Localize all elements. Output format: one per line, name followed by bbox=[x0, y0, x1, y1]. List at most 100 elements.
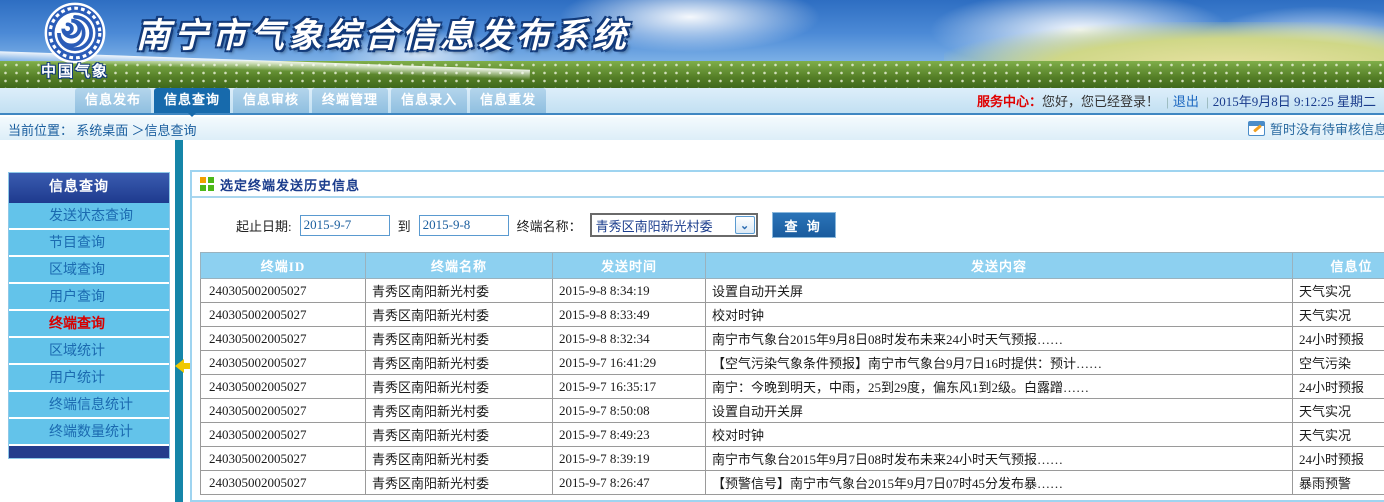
cell-terminal-name: 青秀区南阳新光村委 bbox=[366, 399, 553, 423]
cell-send-content: 南宁市气象台2015年9月8日08时发布未来24小时天气预报…… bbox=[706, 327, 1293, 351]
cell-send-content: 校对时钟 bbox=[706, 303, 1293, 327]
breadcrumb-current: 信息查询 bbox=[145, 123, 197, 138]
table-row[interactable]: 240305002005027 青秀区南阳新光村委 2015-9-8 8:34:… bbox=[201, 279, 1384, 303]
note-pencil-icon bbox=[1248, 121, 1265, 136]
sidebar-menu: 信息查询 发送状态查询 节目查询 区域查询 用户查询 终端查询 区域统计 用户统… bbox=[8, 172, 170, 459]
cell-send-content: 【空气污染气象条件预报】南宁市气象台9月7日16时提供：预计…… bbox=[706, 351, 1293, 375]
logout-link[interactable]: 退出 bbox=[1173, 94, 1199, 109]
sidebar-item[interactable]: 终端数量统计 bbox=[9, 419, 169, 446]
sidebar-item[interactable]: 区域统计 bbox=[9, 338, 169, 365]
cell-send-time: 2015-9-8 8:33:49 bbox=[553, 303, 706, 327]
table-header-cell: 发送时间 bbox=[553, 253, 706, 279]
breadcrumb-home-link[interactable]: 系统桌面 bbox=[76, 123, 128, 138]
cell-send-time: 2015-9-7 16:41:29 bbox=[553, 351, 706, 375]
divider: | bbox=[1206, 94, 1209, 109]
table-row[interactable]: 240305002005027 青秀区南阳新光村委 2015-9-7 16:35… bbox=[201, 375, 1384, 399]
sidebar-item[interactable]: 发送状态查询 bbox=[9, 203, 169, 230]
breadcrumb-bar: 当前位置： 系统桌面 ＞信息查询 暂时没有待审核信息 bbox=[0, 117, 1384, 140]
cell-terminal-name: 青秀区南阳新光村委 bbox=[366, 447, 553, 471]
table-body: 240305002005027 青秀区南阳新光村委 2015-9-8 8:34:… bbox=[201, 279, 1384, 495]
table-row[interactable]: 240305002005027 青秀区南阳新光村委 2015-9-7 8:49:… bbox=[201, 423, 1384, 447]
cell-info-type: 天气实况 bbox=[1293, 423, 1384, 447]
sidebar-item[interactable]: 区域查询 bbox=[9, 257, 169, 284]
cell-terminal-name: 青秀区南阳新光村委 bbox=[366, 375, 553, 399]
table-header-cell: 终端ID bbox=[201, 253, 366, 279]
cell-terminal-id: 240305002005027 bbox=[201, 423, 366, 447]
sidebar-item[interactable]: 终端查询 bbox=[9, 311, 169, 338]
cell-terminal-name: 青秀区南阳新光村委 bbox=[366, 327, 553, 351]
cell-info-type: 24小时预报 bbox=[1293, 375, 1384, 399]
sidebar-item[interactable]: 终端信息统计 bbox=[9, 392, 169, 419]
cell-send-content: 设置自动开关屏 bbox=[706, 279, 1293, 303]
collapse-arrow-icon[interactable] bbox=[168, 359, 184, 373]
sidebar-item[interactable]: 用户统计 bbox=[9, 365, 169, 392]
history-table: 终端ID终端名称发送时间发送内容信息位 240305002005027 青秀区南… bbox=[200, 252, 1384, 495]
date-from-input[interactable] bbox=[300, 215, 390, 236]
table-row[interactable]: 240305002005027 青秀区南阳新光村委 2015-9-8 8:33:… bbox=[201, 303, 1384, 327]
query-button[interactable]: 查 询 bbox=[772, 212, 836, 238]
table-row[interactable]: 240305002005027 青秀区南阳新光村委 2015-9-7 8:26:… bbox=[201, 471, 1384, 495]
cell-send-time: 2015-9-7 8:49:23 bbox=[553, 423, 706, 447]
table-row[interactable]: 240305002005027 青秀区南阳新光村委 2015-9-8 8:32:… bbox=[201, 327, 1384, 351]
cell-info-type: 天气实况 bbox=[1293, 303, 1384, 327]
cell-terminal-name: 青秀区南阳新光村委 bbox=[366, 423, 553, 447]
site-title: 南宁市气象综合信息发布系统 bbox=[136, 8, 630, 57]
to-label: 到 bbox=[398, 216, 411, 235]
panel-splitter[interactable] bbox=[175, 140, 183, 502]
nav-tab[interactable]: 信息查询 bbox=[154, 88, 230, 113]
cell-terminal-id: 240305002005027 bbox=[201, 471, 366, 495]
breadcrumb-label: 当前位置： bbox=[8, 123, 73, 138]
cell-terminal-name: 青秀区南阳新光村委 bbox=[366, 279, 553, 303]
nav-bar: 信息发布 信息查询 信息审核 终端管理 信息录入 信息重发 服务中心：您好，您已… bbox=[0, 88, 1384, 115]
cell-info-type: 天气实况 bbox=[1293, 279, 1384, 303]
table-header-cell: 发送内容 bbox=[706, 253, 1293, 279]
cell-send-time: 2015-9-7 8:50:08 bbox=[553, 399, 706, 423]
chevron-down-icon[interactable]: ⌄ bbox=[735, 216, 755, 234]
nav-tab[interactable]: 终端管理 bbox=[312, 88, 388, 113]
cell-send-content: 校对时钟 bbox=[706, 423, 1293, 447]
cma-logo: 中国气象 bbox=[30, 2, 120, 81]
table-row[interactable]: 240305002005027 青秀区南阳新光村委 2015-9-7 16:41… bbox=[201, 351, 1384, 375]
history-panel: 选定终端发送历史信息 起止日期: 到 终端名称： 青秀区南阳新光村委 ⌄ 查 询 bbox=[190, 170, 1384, 502]
cell-terminal-name: 青秀区南阳新光村委 bbox=[366, 471, 553, 495]
cell-terminal-id: 240305002005027 bbox=[201, 399, 366, 423]
table-header-cell: 信息位 bbox=[1293, 253, 1384, 279]
cell-terminal-id: 240305002005027 bbox=[201, 351, 366, 375]
breadcrumb: 当前位置： 系统桌面 ＞信息查询 bbox=[8, 120, 197, 139]
filter-bar: 起止日期: 到 终端名称： 青秀区南阳新光村委 ⌄ 查 询 bbox=[192, 198, 1384, 252]
datetime-display: 2015年9月8日 9:12:25 星期二 bbox=[1213, 94, 1376, 109]
nav-tab[interactable]: 信息重发 bbox=[470, 88, 546, 113]
date-to-input[interactable] bbox=[419, 215, 509, 236]
sidebar-item[interactable]: 节目查询 bbox=[9, 230, 169, 257]
sidebar-item[interactable]: 用户查询 bbox=[9, 284, 169, 311]
table-header-cell: 终端名称 bbox=[366, 253, 553, 279]
nav-tab[interactable]: 信息审核 bbox=[233, 88, 309, 113]
user-bar: 服务中心：您好，您已经登录！ |退出 |2015年9月8日 9:12:25 星期… bbox=[977, 88, 1376, 115]
table-row[interactable]: 240305002005027 青秀区南阳新光村委 2015-9-7 8:39:… bbox=[201, 447, 1384, 471]
terminal-select[interactable]: 青秀区南阳新光村委 ⌄ bbox=[590, 213, 758, 237]
cell-send-content: 南宁：今晚到明天，中雨，25到29度，偏东风1到2级。白露蹭…… bbox=[706, 375, 1293, 399]
cma-logo-icon bbox=[44, 2, 106, 64]
review-notice: 暂时没有待审核信息 bbox=[1248, 119, 1384, 138]
service-center-label: 服务中心： bbox=[977, 94, 1042, 109]
cell-send-time: 2015-9-8 8:34:19 bbox=[553, 279, 706, 303]
table-row[interactable]: 240305002005027 青秀区南阳新光村委 2015-9-7 8:50:… bbox=[201, 399, 1384, 423]
breadcrumb-separator: ＞ bbox=[132, 123, 145, 138]
cell-info-type: 暴雨预警 bbox=[1293, 471, 1384, 495]
cell-send-time: 2015-9-7 16:35:17 bbox=[553, 375, 706, 399]
sidebar-footer bbox=[9, 446, 169, 458]
cell-info-type: 24小时预报 bbox=[1293, 447, 1384, 471]
divider: | bbox=[1166, 94, 1169, 109]
nav-tab[interactable]: 信息录入 bbox=[391, 88, 467, 113]
cell-terminal-id: 240305002005027 bbox=[201, 279, 366, 303]
terminal-name-label: 终端名称： bbox=[517, 216, 582, 235]
cell-info-type: 空气污染 bbox=[1293, 351, 1384, 375]
content-area: 信息查询 发送状态查询 节目查询 区域查询 用户查询 终端查询 区域统计 用户统… bbox=[0, 140, 1384, 502]
date-range-label: 起止日期: bbox=[236, 216, 292, 235]
app-window: 中国气象 南宁市气象综合信息发布系统 信息发布 信息查询 信息审核 终端管理 信… bbox=[0, 0, 1384, 502]
cell-terminal-id: 240305002005027 bbox=[201, 375, 366, 399]
nav-tab[interactable]: 信息发布 bbox=[75, 88, 151, 113]
banner: 中国气象 南宁市气象综合信息发布系统 bbox=[0, 0, 1384, 88]
cell-send-content: 南宁市气象台2015年9月7日08时发布未来24小时天气预报…… bbox=[706, 447, 1293, 471]
sidebar-header: 信息查询 bbox=[9, 173, 169, 203]
